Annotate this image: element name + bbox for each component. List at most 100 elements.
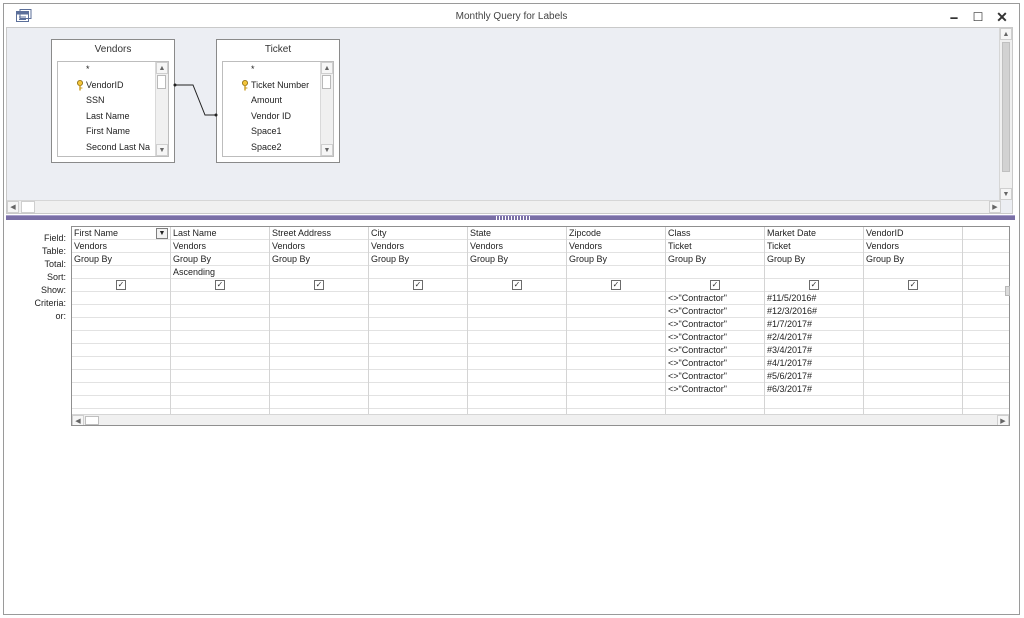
- grid-cell-criteria[interactable]: [369, 305, 467, 318]
- grid-cell-criteria[interactable]: <>"Contractor": [666, 331, 764, 344]
- grid-cell-total[interactable]: Group By: [72, 253, 170, 266]
- grid-cell-criteria[interactable]: [171, 357, 269, 370]
- grid-cell-criteria[interactable]: [270, 292, 368, 305]
- grid-cell-criteria[interactable]: [369, 318, 467, 331]
- grid-cell-criteria[interactable]: [567, 305, 665, 318]
- scroll-right-icon[interactable]: ▶: [989, 201, 1001, 213]
- grid-column[interactable]: [963, 227, 1009, 414]
- grid-cell-table[interactable]: Vendors: [369, 240, 467, 253]
- grid-horizontal-scrollbar[interactable]: ◀ ▶: [72, 414, 1009, 425]
- close-button[interactable]: ✕: [990, 7, 1014, 27]
- grid-cell-criteria[interactable]: [270, 344, 368, 357]
- grid-column[interactable]: VendorID Vendors Group By ✓: [864, 227, 963, 414]
- grid-cell-total[interactable]: Group By: [864, 253, 962, 266]
- grid-cell-field[interactable]: [963, 227, 1009, 240]
- grid-cell-show[interactable]: ✓: [270, 279, 368, 292]
- grid-cell-criteria[interactable]: [963, 344, 1009, 357]
- show-checkbox[interactable]: ✓: [710, 280, 720, 290]
- scroll-down-icon[interactable]: ▼: [156, 144, 168, 156]
- field-dropdown-icon[interactable]: ▼: [156, 228, 168, 239]
- grid-cell-criteria[interactable]: [171, 305, 269, 318]
- scroll-left-icon[interactable]: ◀: [72, 415, 84, 425]
- grid-cell-criteria[interactable]: [864, 292, 962, 305]
- maximize-button[interactable]: ☐: [966, 7, 990, 27]
- grid-cell-total[interactable]: Group By: [369, 253, 467, 266]
- grid-cell-criteria[interactable]: [666, 396, 764, 409]
- grid-cell-criteria[interactable]: [369, 370, 467, 383]
- grid-cell-field[interactable]: Class: [666, 227, 764, 240]
- grid-cell-sort[interactable]: [864, 266, 962, 279]
- grid-cell-sort[interactable]: [72, 266, 170, 279]
- table-box-title[interactable]: Vendors: [52, 40, 174, 60]
- scroll-up-icon[interactable]: ▲: [321, 62, 333, 74]
- grid-cell-sort[interactable]: [468, 266, 566, 279]
- table-field-item[interactable]: Ticket Number: [251, 78, 309, 93]
- grid-cell-criteria[interactable]: [369, 357, 467, 370]
- table-field-item[interactable]: VendorID: [86, 78, 124, 93]
- grid-column[interactable]: Class Ticket Group By ✓ <>"Contractor" <>"Con…: [666, 227, 765, 414]
- grid-cell-criteria[interactable]: [963, 357, 1009, 370]
- design-pane-vertical-scrollbar[interactable]: ▲ ▼: [999, 28, 1012, 200]
- grid-cell-criteria[interactable]: [270, 370, 368, 383]
- grid-cell-field[interactable]: Last Name: [171, 227, 269, 240]
- grid-cell-criteria[interactable]: [171, 370, 269, 383]
- grid-cell-criteria[interactable]: [864, 396, 962, 409]
- grid-cell-criteria[interactable]: #5/6/2017#: [765, 370, 863, 383]
- pane-splitter[interactable]: [6, 215, 1015, 220]
- table-field-list[interactable]: * VendorID SSN Last Name First Name Second La…: [57, 61, 169, 157]
- grid-cell-table[interactable]: Vendors: [864, 240, 962, 253]
- scroll-up-icon[interactable]: ▲: [156, 62, 168, 74]
- grid-cell-criteria[interactable]: [963, 331, 1009, 344]
- grid-cell-table[interactable]: Ticket: [666, 240, 764, 253]
- grid-cell-field[interactable]: Street Address: [270, 227, 368, 240]
- grid-cell-criteria[interactable]: [72, 344, 170, 357]
- grid-cell-criteria[interactable]: [72, 370, 170, 383]
- grid-cell-criteria[interactable]: <>"Contractor": [666, 383, 764, 396]
- grid-cell-show[interactable]: ✓: [567, 279, 665, 292]
- grid-cell-criteria[interactable]: [864, 357, 962, 370]
- grid-cell-sort[interactable]: [666, 266, 764, 279]
- grid-cell-criteria[interactable]: [567, 344, 665, 357]
- grid-cell-criteria[interactable]: [72, 357, 170, 370]
- grid-cell-criteria[interactable]: [963, 370, 1009, 383]
- grid-cell-criteria[interactable]: [567, 357, 665, 370]
- grid-cell-total[interactable]: Group By: [270, 253, 368, 266]
- grid-cell-table[interactable]: Ticket: [765, 240, 863, 253]
- grid-cell-criteria[interactable]: [171, 331, 269, 344]
- scrollbar-thumb[interactable]: [85, 416, 99, 425]
- grid-cell-criteria[interactable]: <>"Contractor": [666, 318, 764, 331]
- grid-cell-criteria[interactable]: <>"Contractor": [666, 292, 764, 305]
- grid-cell-criteria[interactable]: [468, 370, 566, 383]
- grid-cell-criteria[interactable]: [864, 344, 962, 357]
- grid-cell-criteria[interactable]: [468, 344, 566, 357]
- grid-cell-criteria[interactable]: #1/7/2017#: [765, 318, 863, 331]
- grid-cell-show[interactable]: ✓: [765, 279, 863, 292]
- grid-cell-criteria[interactable]: [369, 396, 467, 409]
- grid-cell-criteria[interactable]: [270, 357, 368, 370]
- field-list-scrollbar[interactable]: ▲ ▼: [155, 62, 168, 156]
- show-checkbox[interactable]: ✓: [116, 280, 126, 290]
- grid-column[interactable]: First Name ▼ Vendors Group By ✓: [72, 227, 171, 414]
- grid-cell-show[interactable]: ✓: [864, 279, 962, 292]
- grid-cell-criteria[interactable]: [864, 318, 962, 331]
- grid-cell-show[interactable]: ✓: [369, 279, 467, 292]
- grid-cell-criteria[interactable]: [567, 370, 665, 383]
- grid-cell-criteria[interactable]: [270, 396, 368, 409]
- minimize-button[interactable]: 🗕: [942, 7, 966, 27]
- grid-cell-criteria[interactable]: [765, 396, 863, 409]
- query-design-grid[interactable]: ◀ ▶ First Name ▼ Vendors Group By ✓ Last Name…: [71, 226, 1010, 426]
- grid-cell-field[interactable]: Market Date: [765, 227, 863, 240]
- grid-cell-sort[interactable]: [369, 266, 467, 279]
- scroll-up-icon[interactable]: ▲: [1000, 28, 1012, 40]
- grid-cell-criteria[interactable]: [468, 396, 566, 409]
- grid-cell-criteria[interactable]: [567, 292, 665, 305]
- grid-cell-criteria[interactable]: [468, 331, 566, 344]
- table-box-vendors[interactable]: Vendors * VendorID SSN Last Name First Name S…: [51, 39, 175, 163]
- table-field-item[interactable]: Space1: [251, 124, 282, 139]
- grid-cell-show[interactable]: ✓: [171, 279, 269, 292]
- grid-cell-sort[interactable]: [963, 266, 1009, 279]
- table-field-item[interactable]: First Name: [86, 124, 130, 139]
- grid-cell-total[interactable]: Group By: [171, 253, 269, 266]
- grid-cell-criteria[interactable]: [963, 305, 1009, 318]
- table-field-item[interactable]: *: [86, 62, 90, 77]
